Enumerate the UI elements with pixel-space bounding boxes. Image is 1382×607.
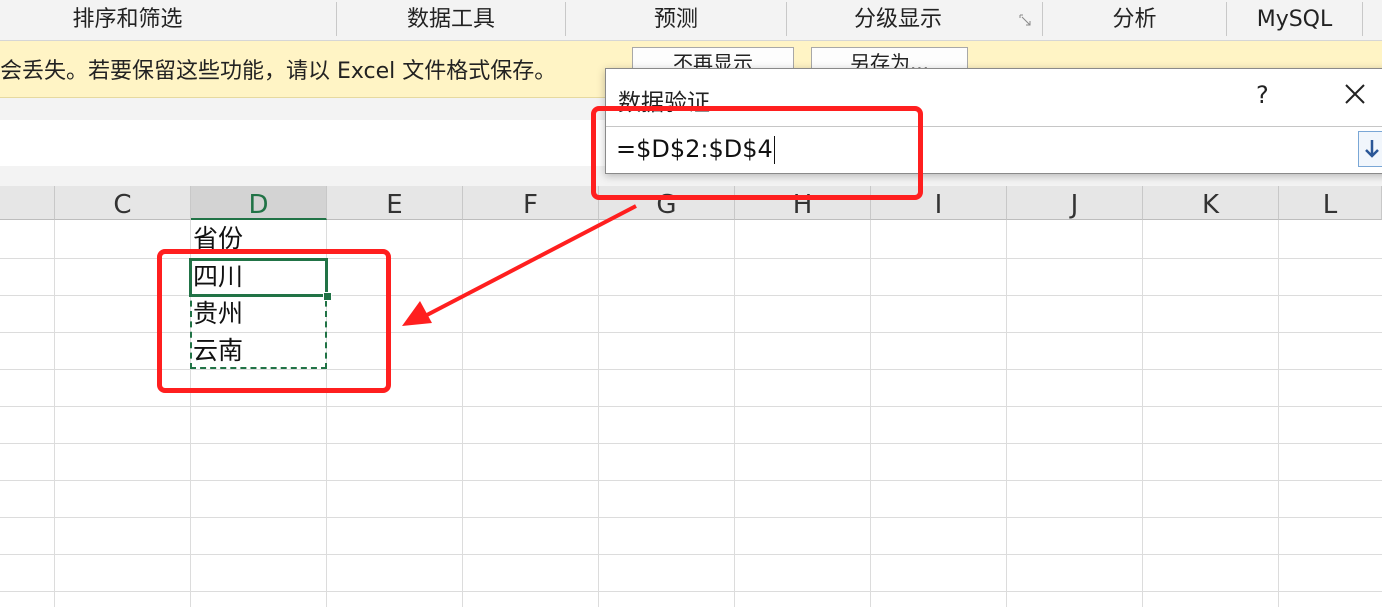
annotation-arrow	[402, 204, 637, 326]
